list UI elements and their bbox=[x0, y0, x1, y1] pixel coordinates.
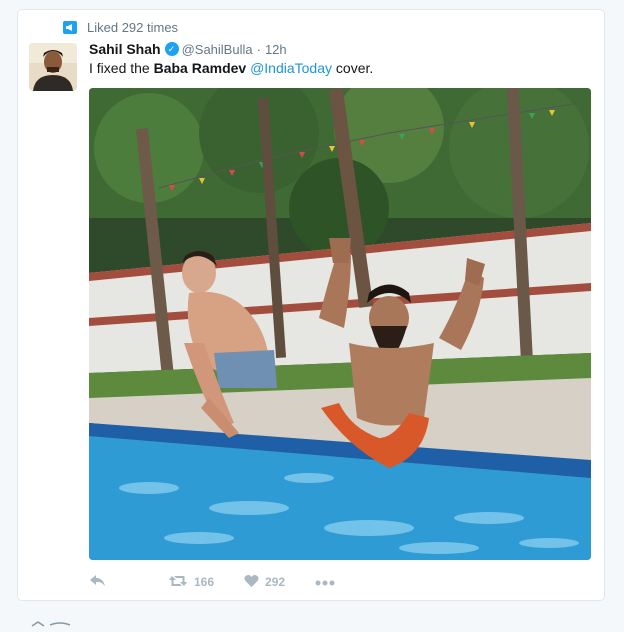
retweet-count: 166 bbox=[194, 575, 215, 589]
text-suffix: cover. bbox=[332, 60, 374, 76]
tweet-actions: 166 292 bbox=[89, 572, 335, 592]
retweet-button[interactable]: 166 bbox=[168, 574, 214, 591]
tweet-card[interactable]: Liked 292 times Sahil Shah ✓ @SahilBulla… bbox=[17, 9, 605, 601]
text-bold: Baba Ramdev bbox=[153, 60, 247, 76]
like-button[interactable]: 292 bbox=[244, 574, 285, 591]
separator: · bbox=[256, 41, 261, 57]
avatar[interactable] bbox=[29, 43, 77, 91]
megaphone-icon bbox=[63, 21, 77, 34]
verified-badge-icon: ✓ bbox=[164, 42, 179, 56]
author-name[interactable]: Sahil Shah bbox=[89, 41, 161, 57]
social-context-label: Liked 292 times bbox=[87, 20, 179, 35]
reply-button[interactable] bbox=[89, 574, 106, 591]
timestamp[interactable]: 12h bbox=[265, 42, 287, 57]
retweet-icon bbox=[168, 574, 188, 591]
more-button[interactable] bbox=[315, 575, 335, 589]
more-icon bbox=[315, 575, 335, 589]
heart-icon bbox=[244, 574, 259, 591]
next-item-partial bbox=[30, 614, 90, 627]
mention-link[interactable]: @IndiaToday bbox=[250, 60, 332, 76]
author-handle[interactable]: @SahilBulla bbox=[182, 42, 253, 57]
reply-icon bbox=[89, 574, 106, 591]
tweet-text: I fixed the Baba Ramdev @IndiaToday cove… bbox=[89, 60, 373, 76]
tweet-photo[interactable] bbox=[89, 88, 591, 560]
like-count: 292 bbox=[265, 575, 286, 589]
tweet-header: Sahil Shah ✓ @SahilBulla · 12h bbox=[89, 41, 287, 57]
text-prefix: I fixed the bbox=[89, 60, 154, 76]
social-context: Liked 292 times bbox=[63, 20, 178, 35]
